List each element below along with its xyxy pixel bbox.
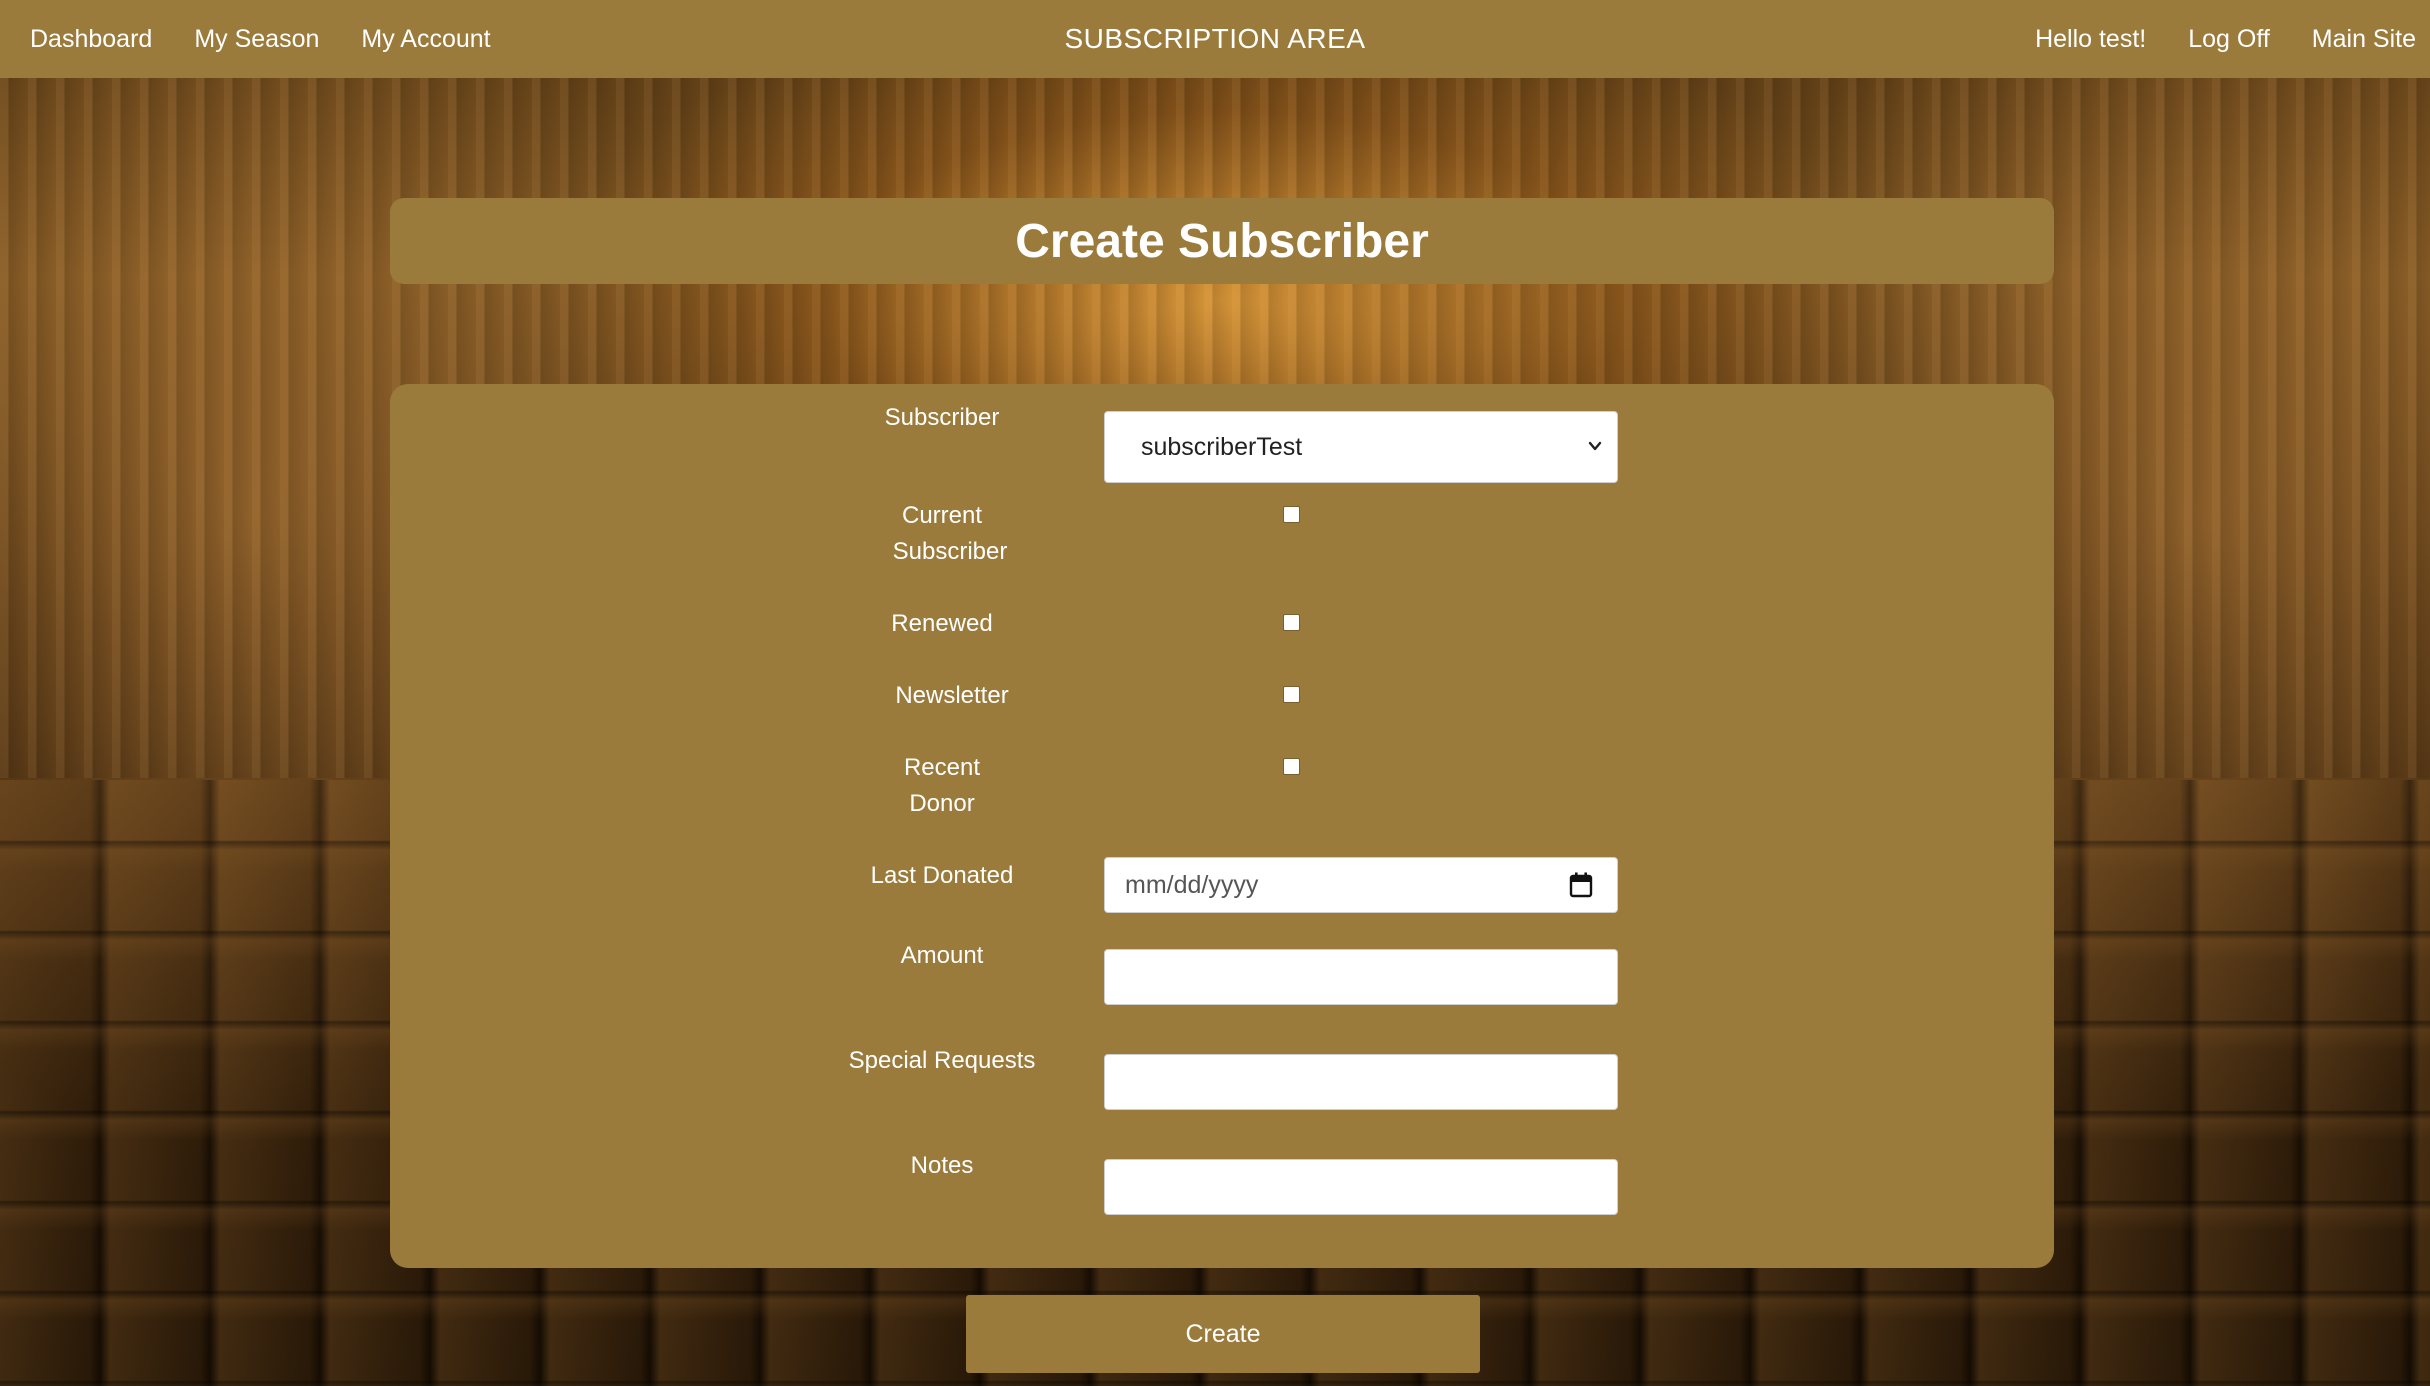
notes-input[interactable] (1104, 1159, 1618, 1215)
nav-link-my-account[interactable]: My Account (361, 25, 490, 54)
current-subscriber-label-line2: Subscriber (892, 538, 1008, 565)
current-subscriber-label-line1: Current (901, 502, 983, 529)
page-title: Create Subscriber (1015, 214, 1429, 268)
subscriber-label: Subscriber (884, 404, 1000, 431)
newsletter-checkbox[interactable] (1283, 686, 1300, 703)
create-subscriber-form: Subscriber subscriberTest Current Subscr… (390, 384, 2054, 1268)
renewed-checkbox[interactable] (1283, 614, 1300, 631)
last-donated-date-input[interactable]: mm/dd/yyyy (1104, 857, 1618, 913)
top-navigation-bar: Dashboard My Season My Account SUBSCRIPT… (0, 0, 2430, 78)
amount-input[interactable] (1104, 949, 1618, 1005)
special-requests-label: Special Requests (848, 1047, 1036, 1074)
create-button[interactable]: Create (966, 1295, 1480, 1373)
recent-donor-checkbox[interactable] (1283, 758, 1300, 775)
recent-donor-label: Recent Donor (822, 750, 1062, 822)
newsletter-label: Newsletter (895, 682, 1009, 709)
last-donated-placeholder: mm/dd/yyyy (1125, 870, 1259, 899)
subscriber-select[interactable]: subscriberTest (1104, 411, 1618, 483)
log-off-link[interactable]: Log Off (2188, 25, 2270, 54)
create-button-label: Create (1185, 1319, 1261, 1348)
amount-label: Amount (900, 942, 984, 969)
nav-right-group: Hello test! Log Off Main Site (2035, 0, 2416, 78)
nav-link-my-season[interactable]: My Season (194, 25, 319, 54)
page-title-panel: Create Subscriber (390, 198, 2054, 284)
renewed-label: Renewed (891, 610, 993, 637)
calendar-icon[interactable] (1569, 872, 1593, 898)
special-requests-input[interactable] (1104, 1054, 1618, 1110)
user-greeting-link[interactable]: Hello test! (2035, 25, 2146, 54)
nav-left-group: Dashboard My Season My Account (30, 0, 491, 78)
nav-link-dashboard[interactable]: Dashboard (30, 25, 152, 54)
notes-label: Notes (910, 1152, 974, 1179)
subscriber-select-value: subscriberTest (1141, 432, 1303, 461)
recent-donor-label-line1: Recent (903, 754, 981, 781)
recent-donor-label-line2: Donor (909, 790, 975, 817)
chevron-down-icon (1588, 441, 1602, 451)
current-subscriber-label: Current Subscriber (822, 498, 1062, 570)
current-subscriber-checkbox[interactable] (1283, 506, 1300, 523)
main-site-link[interactable]: Main Site (2312, 25, 2416, 54)
last-donated-label: Last Donated (870, 862, 1014, 889)
